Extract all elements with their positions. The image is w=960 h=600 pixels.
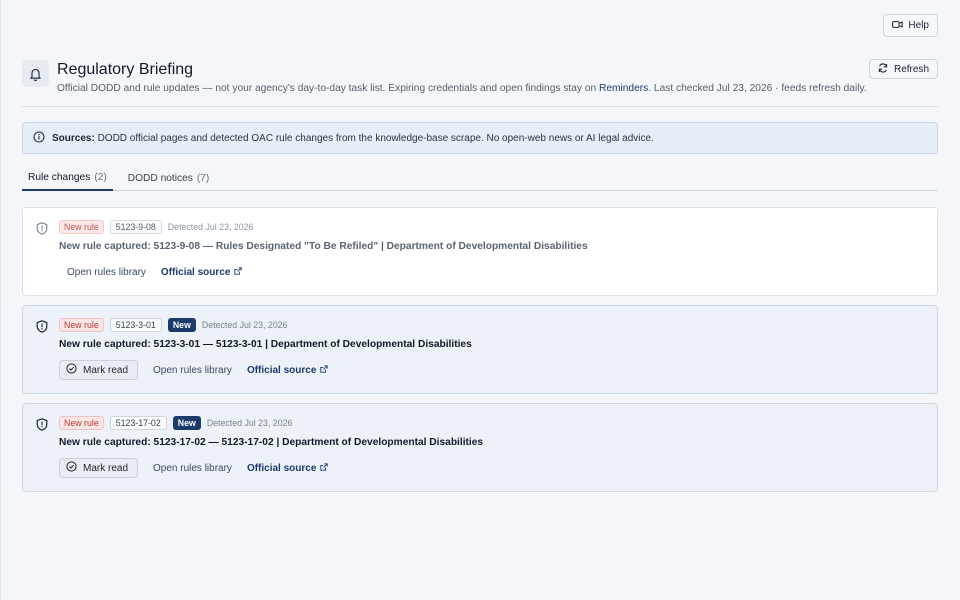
tab-label: DODD notices xyxy=(127,173,193,184)
info-icon xyxy=(33,130,45,146)
help-button[interactable]: Help xyxy=(883,14,938,37)
sources-label: Sources: xyxy=(52,132,95,144)
rule-type-badge: New rule xyxy=(59,318,104,332)
rule-meta: New rule 5123-3-01 New Detected Jul 23, … xyxy=(59,318,288,332)
detected-date: Detected Jul 23, 2026 xyxy=(201,320,288,330)
official-source-link[interactable]: Official source xyxy=(160,267,243,278)
rule-card: New rule 5123-9-08 Detected Jul 23, 2026… xyxy=(22,207,938,296)
help-label: Help xyxy=(908,20,929,31)
open-rules-library-link[interactable]: Open rules library xyxy=(67,267,146,278)
external-link-icon xyxy=(320,462,329,474)
left-border xyxy=(0,0,1,600)
reminders-link[interactable]: Reminders xyxy=(599,83,648,94)
tab-rule-changes[interactable]: Rule changes (2) xyxy=(22,166,113,191)
new-badge: New xyxy=(167,318,196,332)
rule-meta: New rule 5123-9-08 Detected Jul 23, 2026 xyxy=(59,220,253,234)
shield-icon xyxy=(36,320,48,336)
external-link-icon xyxy=(320,364,329,376)
rule-code-badge: 5123-17-02 xyxy=(109,416,167,430)
page-title: Regulatory Briefing xyxy=(57,61,194,78)
refresh-label: Refresh xyxy=(893,63,929,75)
shield-icon xyxy=(36,222,48,238)
rule-type-badge: New rule xyxy=(59,416,104,430)
rule-title: New rule captured: 5123-3-01 — 5123-3-01… xyxy=(59,339,472,350)
official-source-label: Official source xyxy=(246,462,317,474)
tab-count: (2) xyxy=(94,172,107,183)
rule-meta: New rule 5123-17-02 New Detected Jul 23,… xyxy=(59,416,292,430)
shield-icon xyxy=(36,418,48,434)
official-source-link[interactable]: Official source xyxy=(246,364,329,376)
rule-code-badge: 5123-9-08 xyxy=(109,220,162,234)
header-divider xyxy=(22,106,938,107)
subtitle-last-checked: . Last checked Jul 23, 2026 · feeds refr… xyxy=(648,83,867,94)
official-source-label: Official source xyxy=(246,364,317,376)
rule-actions: Mark read Open rules library Official so… xyxy=(59,458,329,478)
rule-actions: Mark read Open rules library Official so… xyxy=(59,360,329,380)
external-link-icon xyxy=(234,267,243,278)
tab-label: Rule changes xyxy=(28,172,91,183)
bell-icon xyxy=(22,60,49,87)
rule-title: New rule captured: 5123-9-08 — Rules Des… xyxy=(59,241,588,252)
check-circle-icon xyxy=(66,461,77,475)
mark-read-label: Mark read xyxy=(83,364,129,376)
check-circle-icon xyxy=(66,363,77,377)
open-rules-library-link[interactable]: Open rules library xyxy=(153,463,232,474)
detected-date: Detected Jul 23, 2026 xyxy=(206,418,293,428)
rule-type-badge: New rule xyxy=(59,220,104,234)
mark-read-label: Mark read xyxy=(83,462,129,474)
refresh-button[interactable]: Refresh xyxy=(868,59,938,79)
mark-read-button[interactable]: Mark read xyxy=(59,458,139,478)
page-subtitle: Official DODD and rule updates — not you… xyxy=(57,83,867,94)
tab-count: (7) xyxy=(196,173,210,184)
rule-actions: Open rules library Official source xyxy=(59,267,243,278)
detected-date: Detected Jul 23, 2026 xyxy=(167,222,254,232)
page-header: Regulatory Briefing Official DODD and ru… xyxy=(22,59,938,94)
sources-text: Sources: DODD official pages and detecte… xyxy=(52,133,654,144)
open-rules-library-link[interactable]: Open rules library xyxy=(153,365,232,376)
refresh-icon xyxy=(878,62,888,76)
subtitle-text: Official DODD and rule updates — not you… xyxy=(57,83,599,94)
mark-read-button[interactable]: Mark read xyxy=(59,360,139,380)
tab-bar: Rule changes (2) DODD notices (7) xyxy=(22,166,938,191)
sources-description: DODD official pages and detected OAC rul… xyxy=(97,132,654,144)
new-badge: New xyxy=(172,416,201,430)
rule-code-badge: 5123-3-01 xyxy=(109,318,162,332)
rule-card: New rule 5123-17-02 New Detected Jul 23,… xyxy=(22,403,938,492)
camera-icon xyxy=(892,20,904,32)
tab-dodd-notices[interactable]: DODD notices (7) xyxy=(122,166,216,191)
official-source-link[interactable]: Official source xyxy=(246,462,329,474)
sources-banner: Sources: DODD official pages and detecte… xyxy=(22,122,938,154)
rule-card: New rule 5123-3-01 New Detected Jul 23, … xyxy=(22,305,938,394)
official-source-label: Official source xyxy=(160,267,231,278)
rule-title: New rule captured: 5123-17-02 — 5123-17-… xyxy=(59,437,484,448)
